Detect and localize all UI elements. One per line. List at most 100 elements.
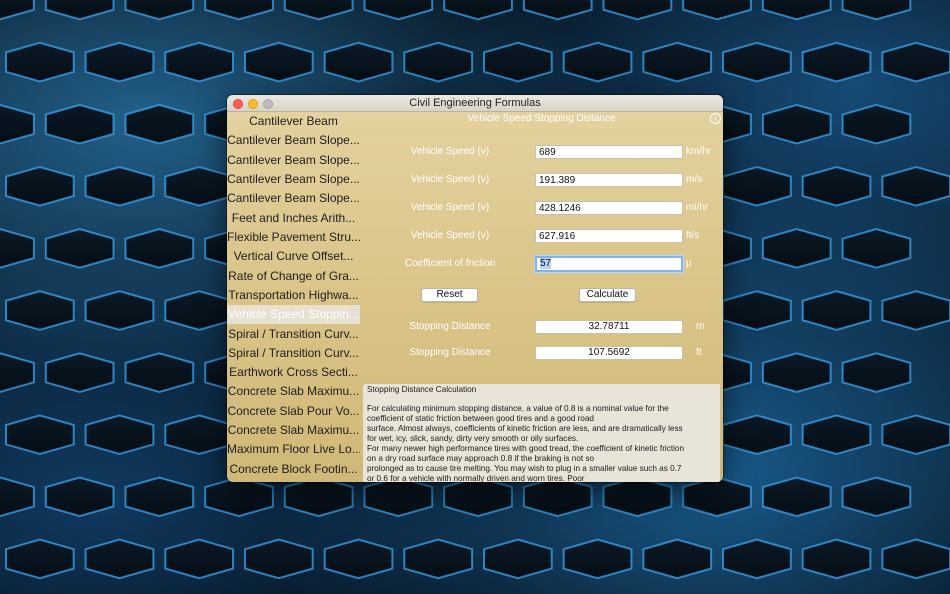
wallpaper-hexagon <box>164 165 234 207</box>
stopping-distance-m-output[interactable]: 32.78711 <box>535 320 683 334</box>
speed-fts-label: Vehicle Speed (v) <box>410 230 490 241</box>
sidebar-item-label: Maximum Floor Live Lo... <box>227 442 360 456</box>
wallpaper-hexagon <box>363 476 434 518</box>
wallpaper-hexagon <box>164 538 234 580</box>
wallpaper-hexagon <box>602 476 673 518</box>
wallpaper-hexagon <box>801 414 872 456</box>
wallpaper-hexagon <box>722 41 792 83</box>
wallpaper-hexagon <box>44 352 115 393</box>
sidebar-item[interactable]: Maximum Floor Live Lo... <box>227 440 360 459</box>
wallpaper-hexagon <box>841 476 912 518</box>
sidebar-item-label: Cantilever Beam Slope... <box>227 153 360 167</box>
sidebar-item-label: Cantilever Beam Slope... <box>227 133 360 147</box>
speed-mph-unit: mi/hr <box>686 202 709 213</box>
wallpaper-hexagon <box>44 0 115 21</box>
speed-mph-input[interactable] <box>535 201 683 215</box>
wallpaper-hexagon <box>483 41 553 83</box>
wallpaper-hexagon <box>761 0 832 21</box>
wallpaper-hexagon <box>682 476 752 518</box>
sidebar-item-label: Feet and Inches Arith... <box>231 211 356 225</box>
sidebar-item-label: Vertical Curve Offset... <box>233 249 354 263</box>
sidebar-item[interactable]: Concrete Slab Maximu... <box>227 421 360 440</box>
calculate-button[interactable]: Calculate <box>579 288 636 302</box>
stopping-distance-ft-label: Stopping Distance <box>409 347 491 358</box>
wallpaper-hexagon <box>801 41 872 83</box>
sidebar-item-label: Concrete Slab Maximu... <box>227 384 360 398</box>
minimize-window-button[interactable] <box>248 99 258 109</box>
friction-label: Coefficient of friction <box>404 258 496 269</box>
wallpaper-hexagon <box>0 228 35 269</box>
reset-button[interactable]: Reset <box>421 288 478 302</box>
wallpaper-hexagon <box>881 290 950 331</box>
sidebar-item[interactable]: Feet and Inches Arith... <box>227 209 360 228</box>
wallpaper-hexagon <box>642 538 713 580</box>
description-title: Stopping Distance Calculation <box>367 385 477 394</box>
stopping-distance-m-label: Stopping Distance <box>409 321 491 332</box>
sidebar-item[interactable]: Spiral / Transition Curv... <box>227 325 360 344</box>
sidebar-item[interactable]: Spiral / Transition Curv... <box>227 344 360 363</box>
close-window-button[interactable] <box>233 99 243 109</box>
speed-ms-input[interactable] <box>535 173 683 187</box>
stopping-distance-ft-unit: ft <box>696 347 702 358</box>
wallpaper-hexagon <box>283 0 354 21</box>
sidebar-item[interactable]: Concrete Block Footin... <box>227 460 360 479</box>
speed-kmh-input[interactable] <box>535 145 683 159</box>
wallpaper-hexagon <box>722 414 792 456</box>
description-body: For calculating minimum stopping distanc… <box>367 404 685 482</box>
sidebar-item[interactable]: Rate of Change of Gra... <box>227 267 360 286</box>
wallpaper-hexagon <box>204 0 274 21</box>
wallpaper-hexagon <box>522 0 593 21</box>
wallpaper-hexagon <box>5 538 75 580</box>
sidebar-item-selected[interactable]: Vehicle Speed Stoppin... <box>227 305 360 324</box>
wallpaper-hexagon <box>761 228 832 269</box>
wallpaper-hexagon <box>881 414 950 456</box>
sidebar-item[interactable]: Flexible Pavement Stru... <box>227 228 360 247</box>
formula-list[interactable]: Cantilever Beam Cantilever Beam Slope...… <box>227 112 360 482</box>
wallpaper-hexagon <box>722 538 792 580</box>
wallpaper-hexagon <box>443 476 513 518</box>
info-icon[interactable]: i <box>710 113 721 124</box>
sidebar-item-label: Flexible Pavement Stru... <box>227 230 360 244</box>
wallpaper-hexagon <box>403 41 474 83</box>
wallpaper-hexagon <box>124 476 195 518</box>
wallpaper-hexagon <box>323 41 394 83</box>
wallpaper-hexagon <box>124 228 195 269</box>
window-title: Civil Engineering Formulas <box>409 97 541 109</box>
wallpaper-hexagon <box>363 0 434 21</box>
wallpaper-hexagon <box>84 414 155 456</box>
description-text-area[interactable]: Stopping Distance Calculation For calcul… <box>363 384 720 482</box>
wallpaper-hexagon <box>801 290 872 331</box>
sidebar-item-label: Concrete Slab Maximu... <box>227 423 360 437</box>
wallpaper-hexagon <box>443 0 513 21</box>
sidebar-item[interactable]: Earthwork Cross Secti... <box>227 363 360 382</box>
sidebar-item-label: Concrete Block Footin... <box>229 462 358 476</box>
zoom-window-button[interactable] <box>263 99 273 109</box>
friction-input[interactable]: 57 <box>535 256 683 272</box>
stopping-distance-ft-output[interactable]: 107.5692 <box>535 346 683 360</box>
sidebar-item[interactable]: Vertical Curve Offset... <box>227 247 360 266</box>
speed-fts-input[interactable] <box>535 229 683 243</box>
sidebar-item[interactable]: Transportation Highwa... <box>227 286 360 305</box>
wallpaper-hexagon <box>5 41 75 83</box>
wallpaper-hexagon <box>801 165 872 207</box>
wallpaper-hexagon <box>562 538 633 580</box>
wallpaper-hexagon <box>602 0 673 21</box>
wallpaper-hexagon <box>84 290 155 331</box>
sidebar-item[interactable]: Cantilever Beam <box>227 112 360 131</box>
sidebar-item[interactable]: Concrete Slab Pour Vo... <box>227 402 360 421</box>
sidebar-item[interactable]: Cantilever Beam Slope... <box>227 131 360 150</box>
wallpaper-hexagon <box>124 352 195 393</box>
wallpaper-hexagon <box>84 41 155 83</box>
wallpaper-hexagon <box>5 165 75 207</box>
wallpaper-hexagon <box>244 41 314 83</box>
wallpaper-hexagon <box>642 41 713 83</box>
app-window: Civil Engineering Formulas Cantilever Be… <box>227 95 723 482</box>
sidebar-item[interactable]: Cantilever Beam Slope... <box>227 151 360 170</box>
stopping-distance-m-unit: m <box>696 321 705 332</box>
page-title: Vehicle Speed Stopping Distance <box>467 113 616 124</box>
sidebar-item[interactable]: Concrete Slab Maximu... <box>227 382 360 401</box>
sidebar-item[interactable]: Cantilever Beam Slope... <box>227 189 360 208</box>
sidebar-item[interactable]: Cantilever Beam Slope... <box>227 170 360 189</box>
sidebar-item-label: Earthwork Cross Secti... <box>229 365 358 379</box>
wallpaper-hexagon <box>841 0 912 21</box>
